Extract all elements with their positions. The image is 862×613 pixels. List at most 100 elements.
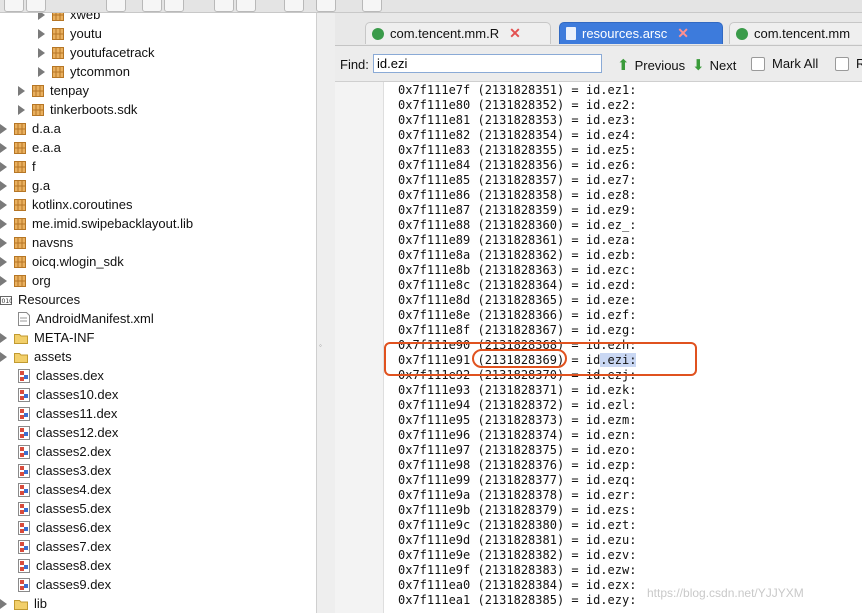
expand-arrow-icon[interactable]	[38, 47, 45, 58]
code-line: 0x7f111e81 (2131828353) = id.ez3:	[398, 113, 637, 127]
expand-arrow-icon[interactable]	[38, 28, 45, 39]
tree-item-label: classes9.dex	[36, 577, 112, 592]
top-toolbar	[0, 0, 862, 13]
tree-item-classes3-dex[interactable]: classes3.dex	[18, 461, 111, 480]
expand-arrow-icon[interactable]	[0, 161, 7, 172]
expand-arrow-icon[interactable]	[38, 13, 45, 20]
dex-file-icon	[18, 444, 30, 459]
tree-item-classes5-dex[interactable]: classes5.dex	[18, 499, 111, 518]
tree-item-tinkerboots-sdk[interactable]: tinkerboots.sdk	[18, 100, 137, 119]
tree-item-f[interactable]: f	[0, 157, 36, 176]
code-line: 0x7f111e93 (2131828371) = id.ezk:	[398, 383, 637, 397]
code-line: 0x7f111e85 (2131828357) = id.ez7:	[398, 173, 637, 187]
tree-item-resources[interactable]: 010 Resources	[0, 290, 80, 309]
code-line: 0x7f111e88 (2131828360) = id.ez_:	[398, 218, 637, 232]
folder-icon	[14, 598, 28, 610]
dex-file-icon	[18, 368, 30, 383]
code-view[interactable]: 0x7f111e7f (2131828351) = id.ez1: 0x7f111…	[335, 82, 862, 613]
package-icon	[52, 27, 64, 40]
find-class-icon[interactable]	[164, 0, 184, 12]
forward-icon[interactable]	[236, 0, 256, 12]
tree-item-androidmanifest-xml[interactable]: AndroidManifest.xml	[18, 309, 154, 328]
search-icon[interactable]	[142, 0, 162, 12]
expand-arrow-icon[interactable]	[38, 66, 45, 77]
expand-arrow-icon[interactable]	[0, 256, 7, 267]
close-icon[interactable]: ✕	[509, 25, 521, 42]
find-input[interactable]	[373, 54, 602, 73]
code-line: 0x7f111e94 (2131828372) = id.ezl:	[398, 398, 637, 412]
tree-item-classes9-dex[interactable]: classes9.dex	[18, 575, 111, 594]
expand-arrow-icon[interactable]	[0, 351, 7, 362]
tree-item-meta-inf[interactable]: META-INF	[0, 328, 94, 347]
expand-arrow-icon[interactable]	[0, 123, 7, 134]
expand-arrow-icon[interactable]	[18, 85, 25, 96]
tree-item-classes11-dex[interactable]: classes11.dex	[18, 404, 117, 423]
tab-resources-arsc[interactable]: resources.arsc ✕	[559, 22, 723, 44]
pane-splitter[interactable]: ◦	[317, 13, 335, 613]
back-icon[interactable]	[214, 0, 234, 12]
code-line: 0x7f111ea1 (2131828385) = id.ezy:	[398, 593, 637, 607]
tab-com-tencent-mm-r[interactable]: com.tencent.mm.R ✕	[365, 22, 551, 44]
expand-arrow-icon[interactable]	[0, 180, 7, 191]
tree-item-youtufacetrack[interactable]: youtufacetrack	[38, 43, 155, 62]
previous-button[interactable]: ⬆ Previous	[617, 56, 685, 74]
tree-item-classes-dex[interactable]: classes.dex	[18, 366, 104, 385]
tree-item-xweb[interactable]: xweb	[38, 13, 100, 24]
sync-icon[interactable]	[106, 0, 126, 12]
close-icon[interactable]: ✕	[677, 25, 689, 42]
checkbox-box	[751, 56, 765, 71]
expand-arrow-icon[interactable]	[0, 218, 7, 229]
code-line: 0x7f111e97 (2131828375) = id.ezo:	[398, 443, 637, 457]
tab-com-tencent-mm[interactable]: com.tencent.mm	[729, 22, 862, 44]
tree-item-label: classes12.dex	[36, 425, 119, 440]
find-label: Find:	[340, 57, 369, 72]
expand-arrow-icon[interactable]	[0, 332, 7, 343]
tree-item-classes6-dex[interactable]: classes6.dex	[18, 518, 111, 537]
open-icon[interactable]	[26, 0, 46, 12]
expand-arrow-icon[interactable]	[0, 237, 7, 248]
edit-icon[interactable]	[362, 0, 382, 12]
tab-label: resources.arsc	[582, 26, 668, 41]
expand-arrow-icon[interactable]	[18, 104, 25, 115]
tree-item-assets[interactable]: assets	[0, 347, 72, 366]
tree-item-classes12-dex[interactable]: classes12.dex	[18, 423, 118, 442]
save-icon[interactable]	[4, 0, 24, 12]
tree-item-label: classes8.dex	[36, 558, 112, 573]
tree-item-org[interactable]: org	[0, 271, 51, 290]
tree-item-label: xweb	[70, 13, 101, 22]
tree-item-navsns[interactable]: navsns	[0, 233, 73, 252]
code-line: 0x7f111e9c (2131828380) = id.ezt:	[398, 518, 637, 532]
tree-item-classes7-dex[interactable]: classes7.dex	[18, 537, 111, 556]
tree-item-d-a-a[interactable]: d.a.a	[0, 119, 61, 138]
log-icon[interactable]	[284, 0, 304, 12]
code-line: 0x7f111e87 (2131828359) = id.ez9:	[398, 203, 637, 217]
tree-item-tenpay[interactable]: tenpay	[18, 81, 89, 100]
tree-item-classes2-dex[interactable]: classes2.dex	[18, 442, 111, 461]
tree-item-ytcommon[interactable]: ytcommon	[38, 62, 130, 81]
regex-checkbox[interactable]: R	[835, 56, 862, 71]
tree-item-oicq-wlogin-sdk[interactable]: oicq.wlogin_sdk	[0, 252, 124, 271]
dex-file-icon	[18, 387, 30, 402]
expand-arrow-icon[interactable]	[0, 275, 7, 286]
mark-all-checkbox[interactable]: Mark All	[751, 56, 818, 71]
tree-item-me-imid-swipebacklayout-lib[interactable]: me.imid.swipebacklayout.lib	[0, 214, 193, 233]
tree-item-label: lib	[34, 596, 48, 611]
tree-item-label: classes2.dex	[36, 444, 112, 459]
expand-arrow-icon[interactable]	[0, 199, 7, 210]
tree-item-classes4-dex[interactable]: classes4.dex	[18, 480, 111, 499]
tree-item-youtu[interactable]: youtu	[38, 24, 102, 43]
tree-item-label: org	[32, 273, 51, 288]
project-tree[interactable]: xweb youtu youtufacetrack ytcommon tenpay tin…	[0, 13, 317, 613]
preferences-icon[interactable]	[316, 0, 336, 12]
dex-file-icon	[18, 501, 30, 516]
tree-item-classes10-dex[interactable]: classes10.dex	[18, 385, 118, 404]
expand-arrow-icon[interactable]	[0, 598, 7, 609]
tree-item-classes8-dex[interactable]: classes8.dex	[18, 556, 111, 575]
tree-item-e-a-a[interactable]: e.a.a	[0, 138, 61, 157]
tree-item-g-a[interactable]: g.a	[0, 176, 50, 195]
next-button[interactable]: ⬇ Next	[692, 56, 736, 74]
code-line: 0x7f111e9a (2131828378) = id.ezr:	[398, 488, 637, 502]
expand-arrow-icon[interactable]	[0, 142, 7, 153]
tree-item-kotlinx-coroutines[interactable]: kotlinx.coroutines	[0, 195, 132, 214]
tree-item-lib[interactable]: lib	[0, 594, 47, 613]
